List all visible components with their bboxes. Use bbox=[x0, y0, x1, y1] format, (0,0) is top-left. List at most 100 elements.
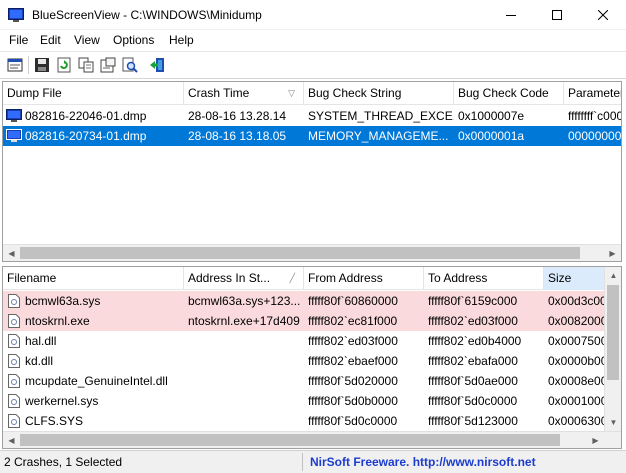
from-address-cell: fffff802`ec81f000 bbox=[308, 314, 398, 328]
properties-icon bbox=[7, 58, 23, 72]
crash-row-selected[interactable]: 082816-20734-01.dmp 28-08-16 13.18.05 ME… bbox=[3, 126, 621, 146]
toolbar bbox=[0, 51, 626, 79]
menu-help[interactable]: Help bbox=[169, 33, 194, 47]
find-icon bbox=[122, 57, 138, 73]
address-in-stack-cell: ntoskrnl.exe+17d409 bbox=[188, 314, 300, 328]
status-summary: 2 Crashes, 1 Selected bbox=[4, 455, 123, 469]
crash-list[interactable]: Dump File Crash Time ▽ Bug Check String … bbox=[2, 81, 622, 262]
from-address-cell: fffff802`ebaef000 bbox=[308, 354, 398, 368]
find-button[interactable] bbox=[121, 56, 139, 74]
from-address-cell: fffff80f`5d0c0000 bbox=[308, 414, 398, 428]
properties-button[interactable] bbox=[6, 56, 24, 74]
column-header-crash-time[interactable]: Crash Time ▽ bbox=[184, 82, 304, 105]
to-address-cell: fffff80f`6159c000 bbox=[428, 294, 518, 308]
column-header-crash-time-label: Crash Time bbox=[188, 86, 250, 100]
to-address-cell: fffff80f`5d0ae000 bbox=[428, 374, 518, 388]
column-header-from-address[interactable]: From Address bbox=[304, 267, 424, 290]
scrollbar-thumb[interactable] bbox=[20, 247, 580, 259]
driver-list-horizontal-scrollbar[interactable]: ◀ ▶ bbox=[3, 431, 621, 448]
driver-list-vertical-scrollbar[interactable]: ▲ ▼ bbox=[604, 267, 621, 431]
column-header-dump-file[interactable]: Dump File bbox=[3, 82, 184, 105]
refresh-button[interactable] bbox=[55, 56, 73, 74]
from-address-cell: fffff80f`5d020000 bbox=[308, 374, 398, 388]
bug-check-code-cell: 0x0000001a bbox=[458, 129, 525, 143]
save-button[interactable] bbox=[33, 56, 51, 74]
driver-row-highlighted[interactable]: ntoskrnl.exe ntoskrnl.exe+17d409 fffff80… bbox=[3, 311, 621, 331]
dump-file-cell: 082816-22046-01.dmp bbox=[25, 109, 147, 123]
filename-cell: mcupdate_GenuineIntel.dll bbox=[25, 374, 168, 388]
column-header-bug-check-string[interactable]: Bug Check String bbox=[304, 82, 454, 105]
driver-file-icon bbox=[8, 394, 20, 408]
driver-row[interactable]: werkernel.sys fffff80f`5d0b0000 fffff80f… bbox=[3, 391, 621, 411]
driver-row-highlighted[interactable]: bcmwl63a.sys bcmwl63a.sys+123... fffff80… bbox=[3, 291, 621, 311]
filename-cell: ntoskrnl.exe bbox=[25, 314, 90, 328]
driver-file-icon bbox=[8, 294, 20, 308]
close-icon bbox=[598, 10, 608, 20]
driver-row[interactable]: CLFS.SYS fffff80f`5d0c0000 fffff80f`5d12… bbox=[3, 411, 621, 431]
column-header-parameter[interactable]: Parameter bbox=[564, 82, 621, 105]
column-header-filename[interactable]: Filename bbox=[3, 267, 184, 290]
column-header-address-in-stack[interactable]: Address In St... ╱ bbox=[184, 267, 304, 290]
dump-file-icon bbox=[6, 109, 22, 122]
address-in-stack-cell bbox=[184, 351, 304, 371]
driver-row[interactable]: hal.dll fffff802`ed03f000 fffff802`ed0b4… bbox=[3, 331, 621, 351]
driver-file-icon bbox=[8, 314, 20, 328]
crash-row[interactable]: 082816-22046-01.dmp 28-08-16 13.28.14 SY… bbox=[3, 106, 622, 126]
minimize-icon bbox=[506, 15, 516, 16]
driver-row[interactable]: mcupdate_GenuineIntel.dll fffff80f`5d020… bbox=[3, 371, 621, 391]
scroll-left-icon[interactable]: ◀ bbox=[3, 432, 20, 448]
driver-file-icon bbox=[8, 374, 20, 388]
status-bar: 2 Crashes, 1 Selected NirSoft Freeware. … bbox=[0, 450, 626, 473]
menu-bar: File Edit View Options Help bbox=[0, 30, 626, 51]
window-title: BlueScreenView - C:\WINDOWS\Minidump bbox=[32, 8, 262, 22]
bluescreen-app-icon bbox=[8, 8, 24, 22]
nirsoft-link[interactable]: NirSoft Freeware. http://www.nirsoft.net bbox=[310, 455, 536, 469]
scroll-left-icon[interactable]: ◀ bbox=[3, 245, 20, 261]
minimize-button[interactable] bbox=[488, 0, 534, 30]
crash-list-header: Dump File Crash Time ▽ Bug Check String … bbox=[3, 82, 621, 105]
filename-cell: werkernel.sys bbox=[25, 394, 99, 408]
close-button[interactable] bbox=[580, 0, 626, 30]
bug-check-string-cell: SYSTEM_THREAD_EXCE... bbox=[308, 109, 454, 123]
toolbar-separator bbox=[28, 56, 29, 74]
maximize-button[interactable] bbox=[534, 0, 580, 30]
from-address-cell: fffff80f`5d0b0000 bbox=[308, 394, 398, 408]
column-header-bug-check-code[interactable]: Bug Check Code bbox=[454, 82, 564, 105]
copy-button[interactable] bbox=[77, 56, 95, 74]
menu-options[interactable]: Options bbox=[113, 33, 154, 47]
scroll-right-icon[interactable]: ▶ bbox=[587, 432, 604, 448]
status-divider bbox=[302, 453, 303, 471]
save-icon bbox=[35, 58, 49, 72]
column-header-to-address[interactable]: To Address bbox=[424, 267, 544, 290]
menu-edit[interactable]: Edit bbox=[40, 33, 61, 47]
address-in-stack-cell bbox=[184, 391, 304, 411]
address-in-stack-cell bbox=[184, 371, 304, 391]
menu-view[interactable]: View bbox=[74, 33, 100, 47]
dump-file-cell: 082816-20734-01.dmp bbox=[25, 129, 147, 143]
sort-icon: ╱ bbox=[289, 273, 295, 283]
from-address-cell: fffff802`ed03f000 bbox=[308, 334, 398, 348]
bug-check-code-cell: 0x1000007e bbox=[458, 109, 525, 123]
driver-list[interactable]: Filename Address In St... ╱ From Address… bbox=[2, 266, 622, 449]
exit-button[interactable] bbox=[148, 56, 166, 74]
driver-file-icon bbox=[8, 414, 20, 428]
html-report-icon bbox=[100, 57, 116, 73]
filename-cell: hal.dll bbox=[25, 334, 57, 348]
driver-file-icon bbox=[8, 334, 20, 348]
scroll-right-icon[interactable]: ▶ bbox=[604, 245, 621, 261]
driver-file-icon bbox=[8, 354, 20, 368]
to-address-cell: fffff80f`5d123000 bbox=[428, 414, 518, 428]
crash-time-cell: 28-08-16 13.28.14 bbox=[188, 109, 287, 123]
address-in-stack-cell: bcmwl63a.sys+123... bbox=[188, 294, 301, 308]
driver-row[interactable]: kd.dll fffff802`ebaef000 fffff802`ebafa0… bbox=[3, 351, 621, 371]
scrollbar-thumb[interactable] bbox=[20, 434, 560, 446]
scrollbar-thumb[interactable] bbox=[607, 285, 619, 380]
html-report-button[interactable] bbox=[99, 56, 117, 74]
menu-file[interactable]: File bbox=[9, 33, 28, 47]
to-address-cell: fffff80f`5d0c0000 bbox=[428, 394, 518, 408]
crash-list-horizontal-scrollbar[interactable]: ◀ ▶ bbox=[3, 244, 621, 261]
exit-icon bbox=[150, 58, 164, 72]
scroll-up-icon[interactable]: ▲ bbox=[605, 267, 621, 284]
parameter-cell: ffffffff`c000 bbox=[568, 109, 622, 123]
scroll-down-icon[interactable]: ▼ bbox=[605, 414, 621, 431]
